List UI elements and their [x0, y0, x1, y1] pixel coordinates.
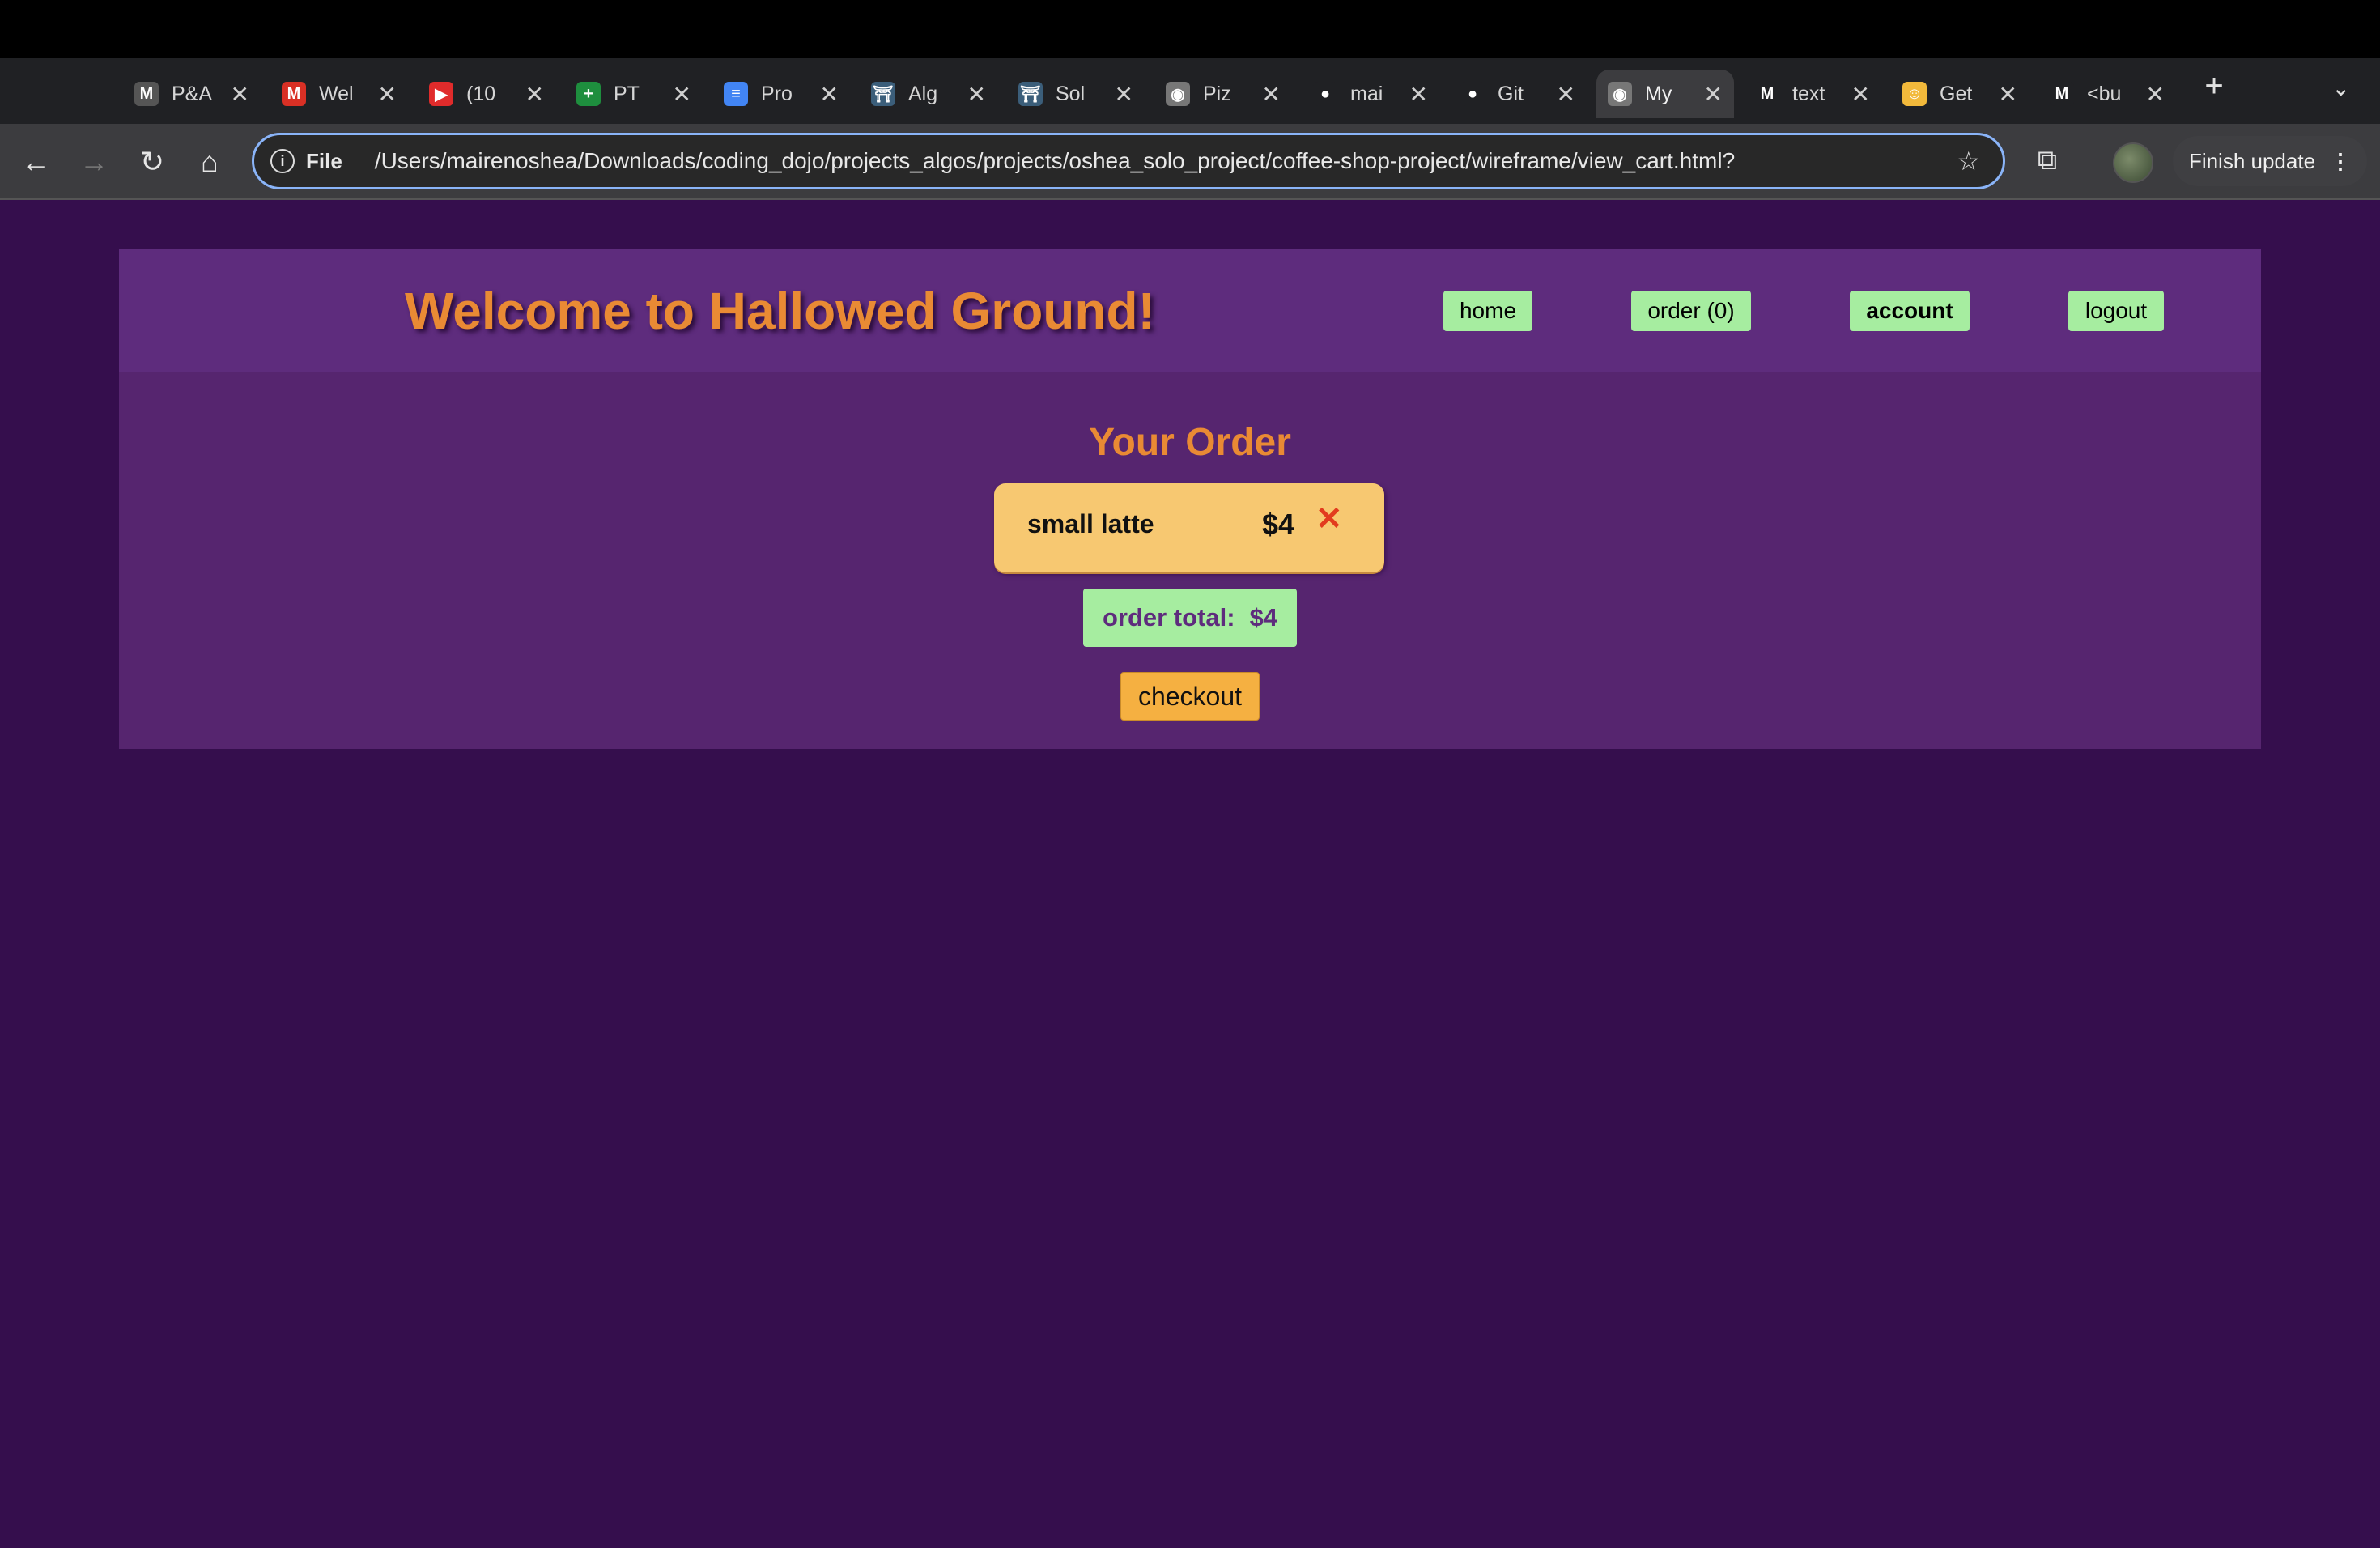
- gmail-icon: M: [282, 82, 306, 106]
- new-tab-button[interactable]: +: [2198, 70, 2230, 102]
- dojo-icon: ⛩: [1018, 82, 1043, 106]
- window-top-bar: [0, 0, 2380, 58]
- site-info-icon[interactable]: i: [270, 149, 295, 173]
- mdn-icon: M: [2050, 82, 2074, 106]
- globe-icon: ◉: [1166, 82, 1190, 106]
- tab-close-icon[interactable]: ✕: [1999, 81, 2017, 108]
- address-bar[interactable]: i File /Users/mairenoshea/Downloads/codi…: [252, 133, 2005, 189]
- menu-dots-icon: ⋮: [2330, 148, 2352, 173]
- tab-title: Git: [1498, 82, 1524, 105]
- nav-order-button[interactable]: order (0): [1631, 291, 1751, 331]
- tab-close-icon[interactable]: ✕: [967, 81, 986, 108]
- tab-close-icon[interactable]: ✕: [1704, 81, 1723, 108]
- globe-icon: ◉: [1608, 82, 1632, 106]
- tab-close-icon[interactable]: ✕: [525, 81, 544, 108]
- nav-home-button[interactable]: home: [1443, 291, 1532, 331]
- order-heading: Your Order: [1089, 421, 1291, 464]
- tab-title: (10: [466, 82, 496, 105]
- remove-item-icon[interactable]: ✕: [1315, 503, 1343, 535]
- tab-title: mai: [1350, 82, 1383, 105]
- browser-tab[interactable]: ▶ (10 ✕: [418, 70, 555, 118]
- tab-title: Pro: [761, 82, 793, 105]
- cart-item-price: $4: [1262, 508, 1295, 541]
- cart-item-name: small latte: [1027, 509, 1154, 538]
- browser-tab[interactable]: M <bu ✕: [2038, 70, 2176, 118]
- browser-tab[interactable]: ● mai ✕: [1302, 70, 1439, 118]
- cart-item: small latte $4 ✕: [994, 483, 1384, 572]
- tab-title: Alg: [908, 82, 938, 105]
- tab-title: text: [1792, 82, 1825, 105]
- tab-search-icon[interactable]: ⌄: [2331, 74, 2350, 101]
- gmail-icon: M: [134, 82, 159, 106]
- dojo-icon: ⛩: [871, 82, 895, 106]
- mdn-icon: M: [1755, 82, 1779, 106]
- tab-strip: M P&A ✕ M Wel ✕ ▶ (10 ✕ + PT ✕ ≡ Pro ✕ ⛩ Alg ✕ ⛩ Sol ✕ ◉ Piz ✕ ●…: [0, 58, 2380, 124]
- checkout-button[interactable]: checkout: [1120, 672, 1260, 721]
- address-scheme: File: [306, 148, 342, 173]
- tab-close-icon[interactable]: ✕: [231, 81, 249, 108]
- finish-update-label: Finish update: [2188, 148, 2316, 173]
- tab-title: Piz: [1203, 82, 1231, 105]
- browser-tab[interactable]: M P&A ✕: [123, 70, 261, 118]
- tab-title: Sol: [1056, 82, 1086, 105]
- tab-close-icon[interactable]: ✕: [1262, 81, 1281, 108]
- reload-icon[interactable]: ↻: [132, 142, 172, 182]
- tab-title: PT: [614, 82, 640, 105]
- tab-close-icon[interactable]: ✕: [1409, 81, 1428, 108]
- browser-tab[interactable]: Mtext ✕: [1744, 70, 1881, 118]
- extensions-icon[interactable]: ⧉: [2030, 143, 2064, 177]
- browser-tab[interactable]: ⛩ Alg ✕: [860, 70, 997, 118]
- order-total-value: $4: [1249, 603, 1278, 632]
- tab-close-icon[interactable]: ✕: [673, 81, 691, 108]
- sheets-icon: +: [576, 82, 601, 106]
- bookmark-star-icon[interactable]: ☆: [1957, 146, 1980, 176]
- tab-title: Wel: [319, 82, 354, 105]
- browser-tab[interactable]: ☺ Get ✕: [1891, 70, 2029, 118]
- youtube-icon: ▶: [429, 82, 453, 106]
- profile-avatar[interactable]: [2113, 142, 2153, 183]
- finish-update-button[interactable]: Finish update ⋮: [2173, 136, 2367, 186]
- page-container: Welcome to Hallowed Ground! home order (…: [119, 249, 2261, 749]
- tab-title: My: [1645, 82, 1672, 105]
- tab-close-icon[interactable]: ✕: [1557, 81, 1575, 108]
- docs-icon: ≡: [724, 82, 748, 106]
- tab-close-icon[interactable]: ✕: [820, 81, 839, 108]
- tab-close-icon[interactable]: ✕: [1115, 81, 1133, 108]
- tab-close-icon[interactable]: ✕: [378, 81, 397, 108]
- browser-tab[interactable]: ◉ My ✕: [1596, 70, 1734, 118]
- tab-close-icon[interactable]: ✕: [2146, 81, 2165, 108]
- browser-tab[interactable]: ◉ Piz ✕: [1154, 70, 1292, 118]
- emoji-icon: ☺: [1902, 82, 1927, 106]
- order-total-label: order total:: [1102, 603, 1235, 632]
- order-total-badge: order total: $4: [1083, 589, 1297, 647]
- tab-title: P&A: [172, 82, 213, 105]
- github-icon: ●: [1460, 82, 1485, 106]
- address-url[interactable]: /Users/mairenoshea/Downloads/coding_dojo…: [375, 148, 1735, 174]
- nav-account-button[interactable]: account: [1850, 291, 1970, 331]
- tab-title: <bu: [2087, 82, 2122, 105]
- browser-tab[interactable]: ≡ Pro ✕: [712, 70, 850, 118]
- browser-tab[interactable]: + PT ✕: [565, 70, 703, 118]
- tab-close-icon[interactable]: ✕: [1851, 81, 1870, 108]
- forward-icon[interactable]: →: [74, 142, 114, 182]
- browser-tab[interactable]: ● Git ✕: [1449, 70, 1587, 118]
- home-icon[interactable]: ⌂: [189, 142, 230, 182]
- site-header: Welcome to Hallowed Ground! home order (…: [119, 249, 2261, 372]
- browser-tab[interactable]: M Wel ✕: [270, 70, 408, 118]
- back-icon[interactable]: ←: [15, 142, 56, 182]
- github-icon: ●: [1313, 82, 1337, 106]
- nav-logout-button[interactable]: logout: [2068, 291, 2164, 331]
- tab-title: Get: [1940, 82, 1973, 105]
- browser-tab[interactable]: ⛩ Sol ✕: [1007, 70, 1145, 118]
- page-title: Welcome to Hallowed Ground!: [405, 282, 1155, 340]
